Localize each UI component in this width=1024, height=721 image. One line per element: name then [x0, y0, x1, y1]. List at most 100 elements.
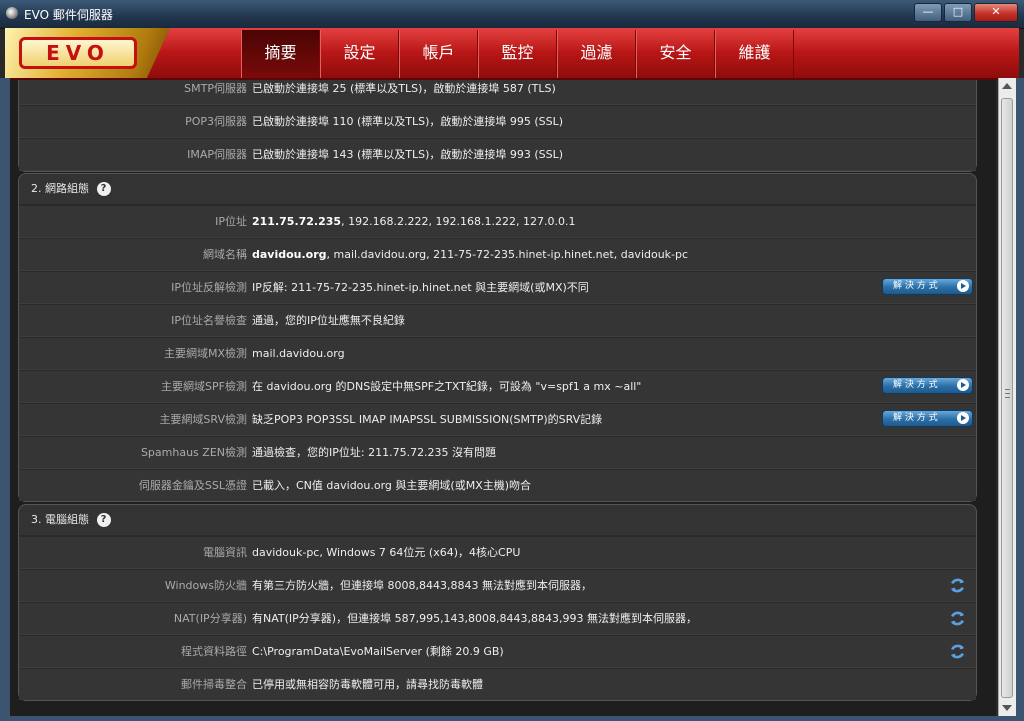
computer-row-antivirus: 郵件掃毒整合 已停用或無相容防毒軟體可用，請尋找防毒軟體	[19, 668, 976, 700]
nav-tab-filter[interactable]: 過濾	[557, 30, 636, 78]
solution-button-spf[interactable]: 解 決 方 式	[882, 377, 973, 394]
status-row-imap: IMAP伺服器 已啟動於連接埠 143 (標準以及TLS)，啟動於連接埠 993…	[19, 138, 976, 171]
close-button[interactable]: ✕	[974, 3, 1018, 22]
computer-row-nat: NAT(IP分享器) 有NAT(IP分享器)，但連接埠 587,995,143,…	[19, 602, 976, 635]
row-label: 伺服器金鑰及SSL憑證	[138, 479, 247, 492]
row-value-rest: , mail.davidou.org, 211-75-72-235.hinet-…	[326, 248, 689, 261]
play-icon	[957, 379, 969, 391]
section-title: 3. 電腦組態 ?	[19, 505, 976, 536]
row-label: SMTP伺服器	[184, 82, 247, 95]
row-value: davidou.org, mail.davidou.org, 211-75-72…	[252, 239, 688, 270]
row-value: 已啟動於連接埠 143 (標準以及TLS)，啟動於連接埠 993 (SSL)	[252, 148, 564, 161]
window-frame-right	[1015, 78, 1024, 721]
window-title: EVO 郵件伺服器	[24, 8, 113, 22]
window-controls: — □ ✕	[914, 3, 1018, 22]
network-row-domain: 網域名稱 davidou.org, mail.davidou.org, 211-…	[19, 238, 976, 271]
solution-button-label: 解 決 方 式	[893, 380, 938, 390]
section-title: 2. 網路組態 ?	[19, 174, 976, 205]
window-frame-bottom	[0, 716, 1024, 721]
row-label: 網域名稱	[203, 248, 247, 261]
app-header: EVO 摘要 設定 帳戶 監控 過濾 安全 維護	[5, 28, 1019, 80]
row-value: 已停用或無相容防毒軟體可用，請尋找防毒軟體	[252, 678, 483, 691]
row-label: NAT(IP分享器)	[173, 612, 247, 625]
window-frame-left	[0, 78, 10, 721]
logo-area: EVO	[5, 28, 170, 78]
solution-button-label: 解 決 方 式	[893, 281, 938, 291]
row-label: Spamhaus ZEN檢測	[140, 446, 247, 459]
refresh-icon[interactable]	[949, 610, 966, 627]
play-icon	[957, 280, 969, 292]
help-icon[interactable]: ?	[96, 513, 111, 527]
help-icon[interactable]: ?	[96, 182, 111, 196]
row-value: 在 davidou.org 的DNS設定中無SPF之TXT紀錄，可設為 "v=s…	[252, 380, 642, 393]
row-value: davidouk-pc, Windows 7 64位元 (x64)，4核心CPU	[252, 546, 521, 559]
row-value: IP反解: 211-75-72-235.hinet-ip.hinet.net 與…	[252, 281, 589, 294]
network-row-ip: IP位址 211.75.72.235, 192.168.2.222, 192.1…	[19, 205, 976, 238]
nav-tab-accounts[interactable]: 帳戶	[399, 30, 478, 78]
row-label: 電腦資訊	[203, 546, 247, 559]
scroll-thumb[interactable]	[1001, 98, 1013, 698]
network-row-srv: 主要網域SRV檢測 缺乏POP3 POP3SSL IMAP IMAPSSL SU…	[19, 403, 976, 436]
nav-tab-settings[interactable]: 設定	[320, 30, 399, 78]
row-value: 通過，您的IP位址應無不良紀錄	[252, 314, 405, 327]
row-value: 已啟動於連接埠 110 (標準以及TLS)，啟動於連接埠 995 (SSL)	[252, 115, 564, 128]
row-label: 程式資料路徑	[181, 645, 247, 658]
maximize-button[interactable]: □	[944, 3, 972, 22]
evo-logo: EVO	[19, 37, 137, 69]
row-value: mail.davidou.org	[252, 347, 345, 360]
row-value: 211.75.72.235, 192.168.2.222, 192.168.1.…	[252, 206, 576, 237]
vertical-scrollbar[interactable]	[998, 78, 1016, 716]
network-row-spamhaus: Spamhaus ZEN檢測 通過檢查，您的IP位址: 211.75.72.23…	[19, 436, 976, 469]
row-label: POP3伺服器	[185, 115, 247, 128]
row-label: Windows防火牆	[164, 579, 247, 592]
computer-row-firewall: Windows防火牆 有第三方防火牆，但連接埠 8008,8443,8843 無…	[19, 569, 976, 602]
row-label: 主要網域SPF檢測	[161, 380, 247, 393]
server-status-section: SMTP伺服器 已啟動於連接埠 25 (標準以及TLS)，啟動於連接埠 587 …	[18, 80, 977, 172]
nav-tab-summary[interactable]: 摘要	[241, 30, 320, 78]
solution-button-srv[interactable]: 解 決 方 式	[882, 410, 973, 427]
section-title-text: 2. 網路組態	[31, 182, 89, 195]
nav-tab-security[interactable]: 安全	[636, 30, 715, 78]
row-value: 有第三方防火牆，但連接埠 8008,8443,8843 無法對應到本伺服器，	[252, 579, 592, 592]
row-value: 有NAT(IP分享器)，但連接埠 587,995,143,8008,8443,8…	[252, 612, 698, 625]
nav-tab-maintenance[interactable]: 維護	[715, 30, 794, 78]
main-nav: 摘要 設定 帳戶 監控 過濾 安全 維護	[241, 30, 794, 78]
row-label: 主要網域MX檢測	[163, 347, 247, 360]
network-config-section: 2. 網路組態 ? IP位址 211.75.72.235, 192.168.2.…	[18, 173, 977, 502]
status-row-smtp: SMTP伺服器 已啟動於連接埠 25 (標準以及TLS)，啟動於連接埠 587 …	[19, 80, 976, 105]
summary-content: SMTP伺服器 已啟動於連接埠 25 (標準以及TLS)，啟動於連接埠 587 …	[10, 80, 996, 716]
scroll-down-icon[interactable]	[1002, 705, 1012, 711]
row-label: IP位址名譽檢查	[171, 314, 247, 327]
solution-button-label: 解 決 方 式	[893, 413, 938, 423]
status-row-pop3: POP3伺服器 已啟動於連接埠 110 (標準以及TLS)，啟動於連接埠 995…	[19, 105, 976, 138]
row-value: 已載入，CN值 davidou.org 與主要網域(或MX主機)吻合	[252, 479, 532, 492]
network-row-mx: 主要網域MX檢測 mail.davidou.org	[19, 337, 976, 370]
solution-button-rdns[interactable]: 解 決 方 式	[882, 278, 973, 295]
computer-config-section: 3. 電腦組態 ? 電腦資訊 davidouk-pc, Windows 7 64…	[18, 504, 977, 701]
row-value: C:\ProgramData\EvoMailServer (剩餘 20.9 GB…	[252, 645, 504, 658]
nav-tab-monitor[interactable]: 監控	[478, 30, 557, 78]
network-row-ssl: 伺服器金鑰及SSL憑證 已載入，CN值 davidou.org 與主要網域(或M…	[19, 469, 976, 501]
network-row-rdns: IP位址反解檢測 IP反解: 211-75-72-235.hinet-ip.hi…	[19, 271, 976, 304]
row-value-primary: davidou.org	[252, 248, 327, 261]
scroll-up-icon[interactable]	[1002, 83, 1012, 89]
row-label: 主要網域SRV檢測	[159, 413, 247, 426]
computer-row-data-path: 程式資料路徑 C:\ProgramData\EvoMailServer (剩餘 …	[19, 635, 976, 668]
row-label: IP位址	[215, 215, 247, 228]
row-value: 缺乏POP3 POP3SSL IMAP IMAPSSL SUBMISSION(S…	[252, 413, 603, 426]
row-label: 郵件掃毒整合	[181, 678, 247, 691]
row-label: IMAP伺服器	[187, 148, 247, 161]
row-label: IP位址反解檢測	[171, 281, 247, 294]
row-value-primary: 211.75.72.235	[252, 215, 342, 228]
row-value: 通過檢查，您的IP位址: 211.75.72.235 沒有問題	[252, 446, 497, 459]
row-value: 已啟動於連接埠 25 (標準以及TLS)，啟動於連接埠 587 (TLS)	[252, 82, 556, 95]
network-row-reputation: IP位址名譽檢查 通過，您的IP位址應無不良紀錄	[19, 304, 976, 337]
computer-row-info: 電腦資訊 davidouk-pc, Windows 7 64位元 (x64)，4…	[19, 536, 976, 569]
row-value-rest: , 192.168.2.222, 192.168.1.222, 127.0.0.…	[341, 215, 576, 228]
refresh-icon[interactable]	[949, 643, 966, 660]
minimize-button[interactable]: —	[914, 3, 942, 22]
play-icon	[957, 412, 969, 424]
window-titlebar: EVO 郵件伺服器 — □ ✕	[0, 0, 1024, 29]
app-icon	[6, 7, 18, 19]
refresh-icon[interactable]	[949, 577, 966, 594]
